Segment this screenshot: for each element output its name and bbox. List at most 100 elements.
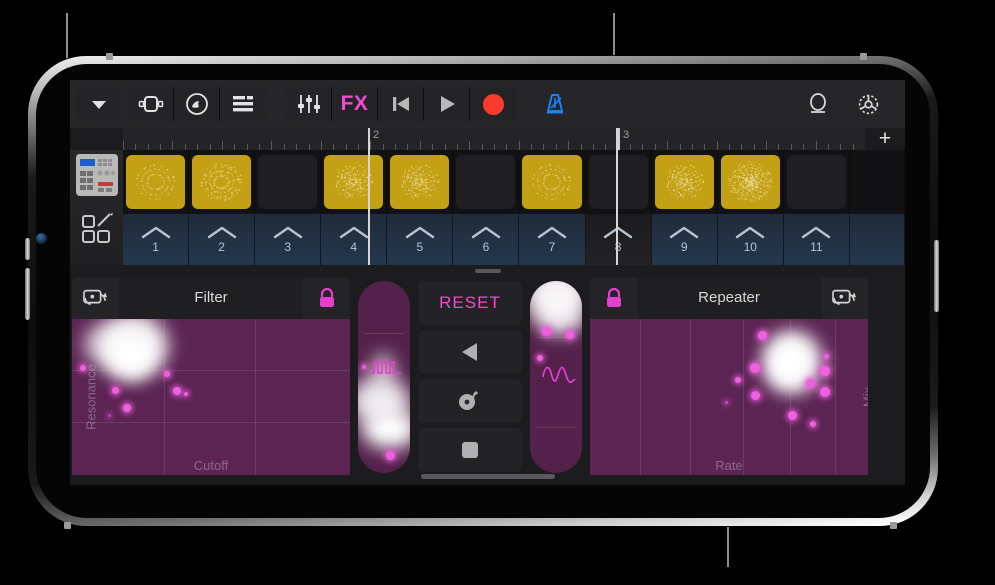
fx-repeater-x-label: Rate [715,458,743,473]
turntable-icon[interactable] [418,379,522,423]
flip-card-icon-repeater[interactable] [821,277,868,319]
bar-divider-3 [616,128,618,265]
clip-cell[interactable] [519,150,586,214]
ring-silent-switch[interactable] [25,238,30,260]
clip-empty-slot[interactable] [786,155,846,209]
ruler-tick [766,141,768,150]
clip-cell[interactable] [123,150,190,214]
reverse-triangle-icon[interactable] [418,330,522,374]
fx-center-controls: RESET [418,281,522,475]
mixer-list-icon[interactable] [220,87,266,121]
clip-cell[interactable] [586,150,652,214]
clip-region[interactable] [192,155,252,209]
pattern-number: 6 [482,239,490,254]
rewind-icon[interactable] [378,87,424,121]
ruler-tick [469,141,471,150]
record-icon[interactable] [470,87,516,121]
tracks-view-icon[interactable] [128,87,174,121]
front-camera [36,233,47,244]
pattern-cell[interactable]: 8 [585,214,652,265]
clip-cell[interactable] [255,150,322,214]
home-indicator[interactable] [420,474,555,479]
ruler-tick [667,141,669,150]
pattern-cell[interactable]: 4 [321,214,388,265]
metronome-icon[interactable] [530,87,580,121]
pattern-number: 4 [350,239,358,254]
loop-icon[interactable] [793,87,843,121]
add-section-button[interactable]: + [865,127,905,150]
clip-cell[interactable] [189,150,256,214]
pattern-cell[interactable]: 1 [123,214,190,265]
gear-icon[interactable] [843,87,893,121]
ruler-tick [123,141,124,150]
clip-cell[interactable] [387,150,454,214]
flip-card-icon[interactable] [72,277,119,319]
clip-region[interactable] [720,155,780,209]
fx-panel-filter: Filter Resonance Cutoff [72,277,350,475]
top-toolbar: FX [70,80,905,128]
pattern-cell[interactable]: 9 [652,214,718,265]
pattern-cell[interactable]: 2 [189,214,256,265]
clip-cell[interactable] [652,150,718,214]
sine-wave-icon [542,366,576,384]
sliders-icon[interactable] [286,87,332,121]
clip-empty-slot[interactable] [456,155,516,209]
stop-square-icon[interactable] [418,428,522,472]
chevron-up-icon [537,226,567,238]
fx-button[interactable]: FX [332,87,378,121]
pattern-cell[interactable]: 11 [784,214,850,265]
power-button[interactable] [934,240,939,312]
square-wave-strip[interactable] [358,281,410,473]
pattern-cell[interactable] [850,214,905,265]
fx-panel-repeater: Repeater Mix Rate [590,277,868,475]
sine-wave-strip[interactable] [530,281,582,473]
clip-region[interactable] [126,155,186,209]
pattern-edit-icon[interactable] [80,212,114,246]
toolbar-group-collapse [76,87,122,121]
fx-pad-filter[interactable]: Resonance Cutoff [72,319,350,475]
ruler-tick [320,141,322,150]
reset-button[interactable]: RESET [418,281,522,325]
pattern-number: 11 [810,239,823,254]
clip-region[interactable] [522,155,582,209]
volume-button[interactable] [25,268,30,320]
clip-cell[interactable] [784,150,850,214]
antenna-band-top-left [106,53,113,60]
lock-icon-filter[interactable] [303,277,350,319]
sampler-mpc-icon[interactable] [76,154,118,196]
pattern-number: 3 [284,239,292,254]
clip-cell[interactable] [453,150,520,214]
lock-icon-repeater[interactable] [590,277,637,319]
ruler-bar-line [618,128,620,150]
antenna-band-top-right [860,53,867,60]
clip-empty-slot[interactable] [258,155,318,209]
clip-cell[interactable] [321,150,388,214]
pattern-cell[interactable]: 10 [718,214,784,265]
pattern-cell[interactable]: 3 [255,214,322,265]
clip-empty-slot[interactable] [588,155,648,209]
chevron-up-icon [141,226,170,238]
ruler-ticks[interactable]: 23 [123,128,865,150]
clips-row[interactable] [123,150,905,214]
fx-panel-repeater-title: Repeater [637,277,821,319]
screenshot-stage: FX 2 3 + 1 2 3 4 5 6 7 8 9 10 11 Filter … [0,0,995,585]
pattern-cell[interactable]: 7 [519,214,586,265]
chevron-down-icon[interactable] [76,87,122,121]
ruler-tick [221,141,223,150]
clip-region[interactable] [654,155,714,209]
pattern-number: 1 [152,239,159,254]
fx-filter-y-label: Resonance [83,364,99,430]
fx-pad-repeater[interactable]: Mix Rate [590,319,868,475]
clip-region[interactable] [324,155,384,209]
pattern-cell[interactable]: 6 [453,214,520,265]
chevron-up-icon [339,226,368,238]
instrument-dial-icon[interactable] [174,87,220,121]
pattern-row[interactable]: 1 2 3 4 5 6 7 8 9 10 11 [123,214,905,265]
timeline-ruler[interactable]: 23 + [70,127,905,150]
pattern-cell[interactable]: 5 [387,214,454,265]
play-icon[interactable] [424,87,470,121]
clip-region[interactable] [390,155,450,209]
clip-cell[interactable] [850,150,905,214]
clip-cell[interactable] [718,150,784,214]
panel-drag-handle[interactable] [474,269,501,273]
